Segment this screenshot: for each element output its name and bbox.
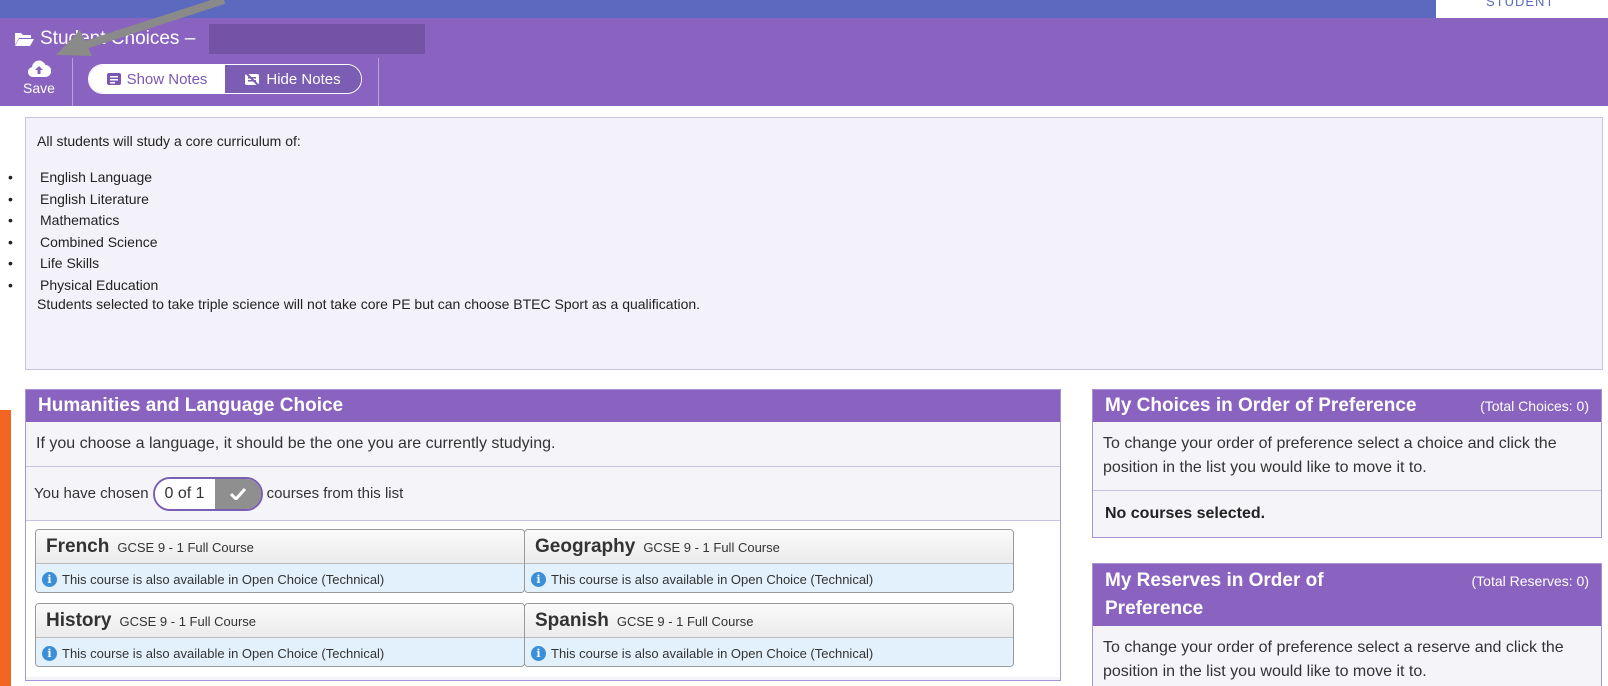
my-choices-instructions: To change your order of preference selec…: [1093, 422, 1601, 491]
page-header: Student Choices – Save Show Notes: [0, 18, 1608, 106]
course-info: i This course is also available in Open …: [525, 638, 1013, 666]
course-list: French GCSE 9 - 1 Full Course i This cou…: [26, 521, 1060, 677]
course-name: French: [46, 536, 110, 557]
my-reserves-header: My Reserves in Order of Preference (Tota…: [1093, 564, 1601, 626]
humanities-description: If you choose a language, it should be t…: [26, 422, 1060, 467]
my-choices-title: My Choices in Order of Preference: [1105, 395, 1417, 416]
toolbar-divider: [72, 58, 73, 106]
humanities-panel-header: Humanities and Language Choice: [26, 390, 1060, 422]
curriculum-notes: All students will study a core curriculu…: [8, 117, 1603, 370]
list-item: English Language: [8, 167, 158, 189]
course-name: History: [46, 610, 112, 631]
course-name: Geography: [535, 536, 636, 557]
notes-icon: [106, 73, 121, 85]
course-card-geography[interactable]: Geography GCSE 9 - 1 Full Course i This …: [524, 529, 1014, 593]
list-item: Physical Education: [8, 275, 158, 297]
course-info-text: This course is also available in Open Ch…: [551, 571, 874, 587]
info-icon: i: [531, 571, 546, 587]
my-choices-header: My Choices in Order of Preference (Total…: [1093, 390, 1601, 422]
course-info-text: This course is also available in Open Ch…: [62, 571, 385, 587]
course-name: Spanish: [535, 610, 609, 631]
pointer-arrow-annotation: [56, 0, 226, 56]
course-card-french[interactable]: French GCSE 9 - 1 Full Course i This cou…: [35, 529, 525, 593]
chosen-suffix: courses from this list: [266, 485, 404, 502]
course-card-history[interactable]: History GCSE 9 - 1 Full Course i This co…: [35, 603, 525, 667]
info-icon: i: [42, 645, 57, 661]
course-card-spanish[interactable]: Spanish GCSE 9 - 1 Full Course i This co…: [524, 603, 1014, 667]
course-card-header: Spanish GCSE 9 - 1 Full Course: [525, 604, 1013, 638]
hide-notes-button[interactable]: Hide Notes: [225, 65, 361, 93]
toolbar-divider: [378, 58, 379, 106]
side-accent: [0, 410, 11, 686]
humanities-title: Humanities and Language Choice: [38, 395, 344, 416]
top-strip: STUDENT: [0, 0, 1608, 18]
save-button[interactable]: Save: [12, 60, 66, 104]
cloud-upload-icon: [28, 60, 51, 78]
folder-open-icon: [15, 33, 34, 46]
course-qualification: GCSE 9 - 1 Full Course: [643, 540, 780, 555]
save-label: Save: [23, 80, 55, 96]
notes-intro: All students will study a core curriculu…: [37, 133, 301, 149]
course-qualification: GCSE 9 - 1 Full Course: [119, 614, 257, 629]
course-info: i This course is also available in Open …: [525, 564, 1013, 592]
info-icon: i: [531, 645, 546, 661]
notes-outro: Students selected to take triple science…: [37, 296, 701, 312]
total-reserves: (Total Reserves: 0): [1471, 573, 1589, 589]
course-qualification: GCSE 9 - 1 Full Course: [117, 540, 254, 555]
list-item: English Literature: [8, 189, 158, 211]
course-card-header: Geography GCSE 9 - 1 Full Course: [525, 530, 1013, 564]
course-qualification: GCSE 9 - 1 Full Course: [616, 614, 754, 629]
my-reserves-title: My Reserves in Order of Preference: [1105, 570, 1324, 619]
chosen-prefix: You have chosen: [34, 485, 149, 502]
total-choices: (Total Choices: 0): [1480, 398, 1589, 414]
redacted-student-name: [209, 24, 426, 54]
show-notes-button[interactable]: Show Notes: [89, 65, 225, 93]
hide-notes-icon: [245, 72, 261, 86]
list-item: Life Skills: [8, 253, 158, 275]
list-item: Mathematics: [8, 210, 158, 232]
my-reserves-panel: My Reserves in Order of Preference (Tota…: [1092, 563, 1602, 686]
check-icon: [214, 478, 261, 509]
hide-notes-label: Hide Notes: [266, 70, 341, 88]
course-info: i This course is also available in Open …: [36, 638, 524, 666]
course-card-header: History GCSE 9 - 1 Full Course: [36, 604, 524, 638]
core-subjects-list: English Language English Literature Math…: [8, 167, 158, 296]
course-info: i This course is also available in Open …: [36, 564, 524, 592]
humanities-panel: Humanities and Language Choice If you ch…: [25, 389, 1061, 681]
notes-toggle: Show Notes Hide Notes: [88, 64, 362, 94]
my-reserves-instructions: To change your order of preference selec…: [1093, 626, 1601, 686]
user-role-label: STUDENT: [1486, 0, 1555, 9]
my-choices-panel: My Choices in Order of Preference (Total…: [1092, 389, 1602, 538]
course-card-header: French GCSE 9 - 1 Full Course: [36, 530, 524, 564]
course-info-text: This course is also available in Open Ch…: [62, 645, 385, 661]
info-icon: i: [42, 571, 57, 587]
chosen-counter: 0 of 1: [152, 476, 263, 511]
show-notes-label: Show Notes: [126, 70, 208, 88]
list-item: Combined Science: [8, 232, 158, 254]
no-courses-message: No courses selected.: [1105, 505, 1266, 522]
chosen-counter-row: You have chosen 0 of 1 courses from this…: [26, 467, 1060, 521]
course-info-text: This course is also available in Open Ch…: [551, 645, 874, 661]
chosen-count: 0 of 1: [154, 478, 215, 509]
